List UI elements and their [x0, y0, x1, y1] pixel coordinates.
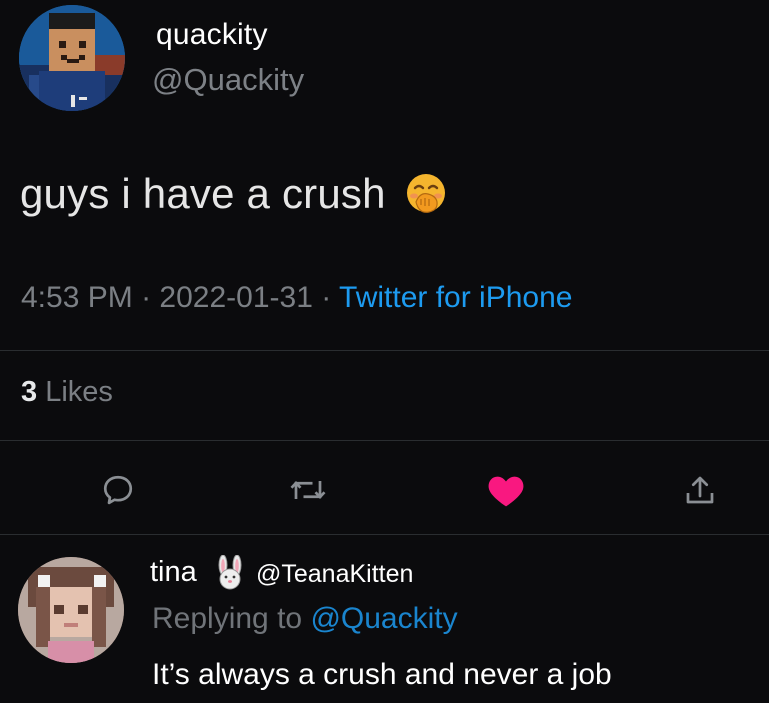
- reply-author-handle[interactable]: @TeanaKitten: [256, 562, 413, 587]
- like-button[interactable]: [486, 470, 526, 510]
- face-with-hand-over-mouth-emoji: [406, 174, 445, 213]
- divider: [0, 440, 769, 441]
- tweet-date: 2022-01-31: [159, 281, 313, 314]
- reply-author-name[interactable]: tina: [150, 558, 197, 587]
- minecraft-skin-avatar-image: [19, 5, 125, 111]
- meta-separator: ·: [321, 281, 332, 314]
- tweet-body: guys i have a crush: [20, 172, 448, 216]
- meta-separator: ·: [141, 281, 152, 314]
- retweet-button[interactable]: [288, 470, 328, 510]
- author-handle[interactable]: @Quackity: [152, 64, 304, 95]
- replying-to-prefix: Replying to: [152, 602, 303, 635]
- minecraft-skin-avatar-image: [18, 557, 124, 663]
- likes-count: 3: [21, 376, 38, 408]
- tweet-time: 4:53 PM: [21, 281, 133, 314]
- share-button[interactable]: [680, 470, 720, 510]
- reply-button[interactable]: [98, 470, 138, 510]
- author-avatar[interactable]: [19, 5, 125, 111]
- replying-to-handle-link[interactable]: @Quackity: [310, 602, 457, 635]
- divider: [0, 350, 769, 351]
- tweet-source-link[interactable]: Twitter for iPhone: [339, 281, 572, 314]
- reply-bubble-icon: [103, 475, 133, 505]
- reply-author-avatar[interactable]: [18, 557, 124, 663]
- tweet-metadata: 4:53 PM · 2022-01-31 · Twitter for iPhon…: [21, 283, 572, 313]
- share-icon: [686, 476, 714, 504]
- rabbit-face-emoji: [218, 555, 242, 590]
- divider: [0, 534, 769, 535]
- likes-label: Likes: [45, 376, 113, 408]
- author-name[interactable]: quackity: [156, 20, 268, 50]
- tweet-text: guys i have a crush: [20, 170, 386, 217]
- likes-stat[interactable]: 3 Likes: [21, 378, 113, 407]
- replying-to-line: Replying to @Quackity: [152, 604, 458, 634]
- heart-icon: [488, 476, 524, 507]
- retweet-icon: [290, 480, 326, 500]
- reply-text: It’s always a crush and never a job: [152, 658, 612, 691]
